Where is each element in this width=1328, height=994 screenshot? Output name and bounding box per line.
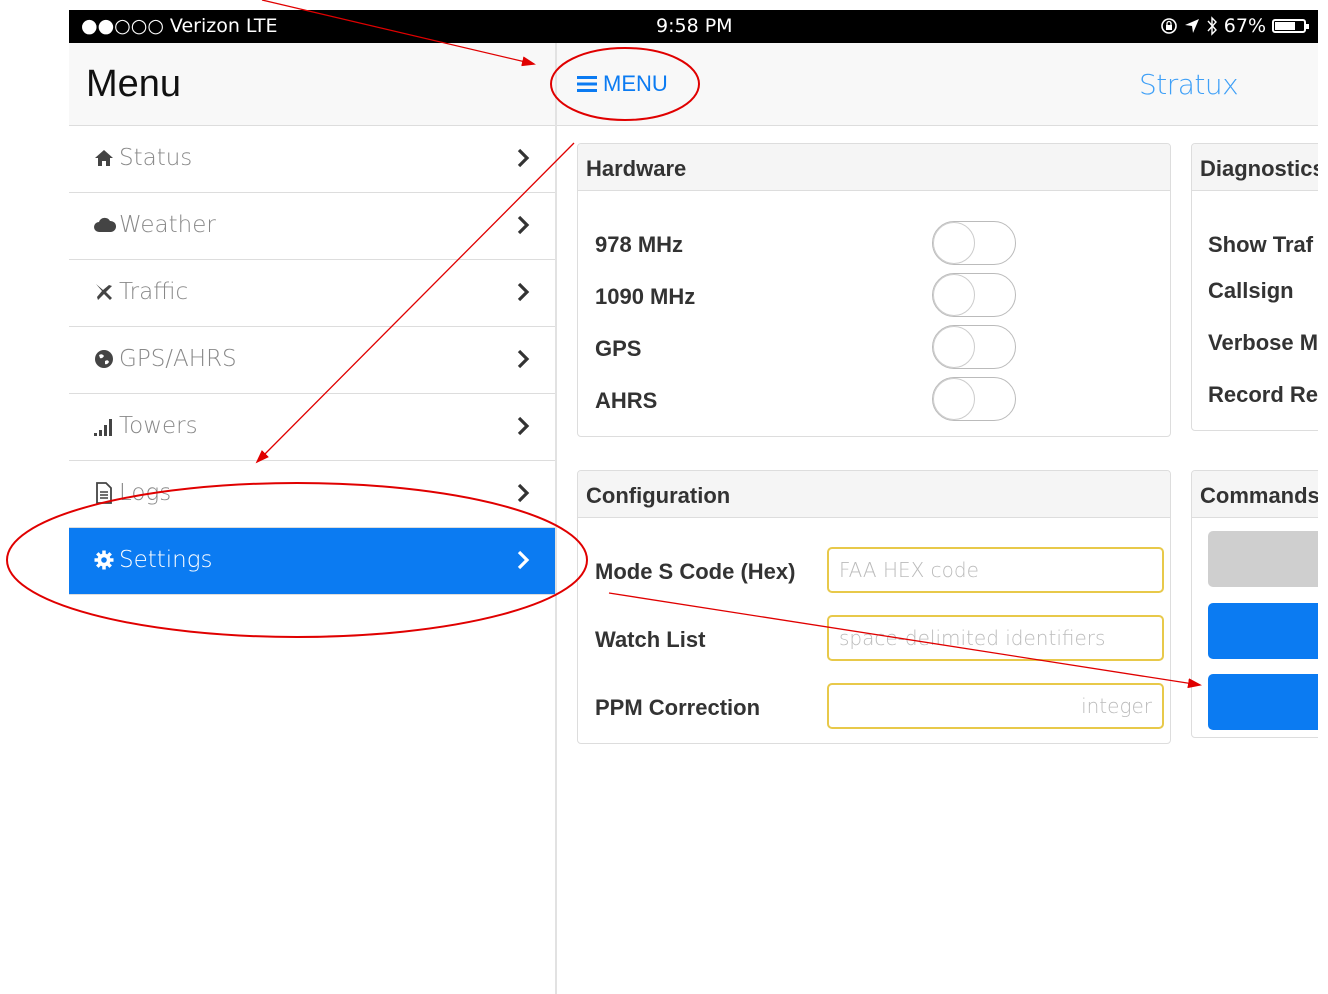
status-bar: ●●○○○ Verizon LTE 9:58 PM 67% — [69, 10, 1318, 43]
toggle-label: 1090 MHz — [595, 284, 696, 309]
commands-panel: Commands — [1191, 470, 1318, 738]
diagnostics-row-label: Verbose M — [1208, 330, 1318, 355]
panel-title: Hardware — [586, 156, 687, 181]
sidebar-item-label: Weather — [119, 212, 216, 238]
panel-title: Commands — [1200, 483, 1318, 508]
ppm-correction-input[interactable]: integer — [827, 683, 1164, 729]
sidebar: Menu Status Weather Traffic GPS/AHRS Tow… — [69, 43, 556, 994]
toggle-1090mhz[interactable] — [932, 273, 1016, 317]
diagnostics-row-label: Show Traf — [1208, 232, 1314, 257]
clock: 9:58 PM — [656, 15, 733, 37]
panel-title: Configuration — [586, 483, 731, 508]
hamburger-icon — [577, 76, 597, 92]
sidebar-item-label: GPS/AHRS — [119, 346, 237, 372]
home-icon — [93, 147, 115, 169]
sidebar-item-label: Settings — [119, 547, 213, 573]
command-button-disabled[interactable] — [1208, 531, 1318, 587]
sidebar-title: Menu — [86, 63, 182, 105]
diagnostics-row-label: Callsign — [1208, 278, 1294, 303]
signal-icon — [93, 415, 115, 437]
configuration-panel: Configuration Mode S Code (Hex) FAA HEX … — [577, 470, 1171, 744]
sidebar-item-label: Status — [119, 145, 193, 171]
panel-header: Hardware — [578, 144, 1170, 191]
chevron-right-icon — [517, 349, 530, 369]
cloud-icon — [93, 214, 117, 236]
panel-header: Configuration — [578, 471, 1170, 518]
hardware-panel: Hardware 978 MHz 1090 MHz GPS AHRS — [577, 143, 1171, 437]
gear-icon — [93, 549, 115, 571]
document-icon — [93, 482, 115, 504]
sidebar-header: Menu — [69, 43, 556, 126]
toggle-label: 978 MHz — [595, 232, 684, 257]
chevron-right-icon — [517, 483, 530, 503]
brand-link[interactable]: Stratux — [1139, 68, 1239, 101]
ipad-screen: ●●○○○ Verizon LTE 9:58 PM 67% Menu Statu… — [69, 10, 1318, 994]
sidebar-item-label: Towers — [119, 413, 198, 439]
chevron-right-icon — [517, 282, 530, 302]
toggle-978mhz[interactable] — [932, 221, 1016, 265]
plane-icon — [93, 281, 115, 303]
watch-list-label: Watch List — [595, 627, 706, 652]
location-icon — [1184, 19, 1199, 33]
sidebar-item-traffic[interactable]: Traffic — [69, 260, 556, 327]
rotation-lock-icon — [1160, 18, 1177, 34]
panel-title: Diagnostics — [1200, 156, 1318, 181]
sidebar-item-logs[interactable]: Logs — [69, 461, 556, 528]
bluetooth-icon — [1207, 16, 1217, 36]
panel-header: Diagnostics — [1192, 144, 1318, 191]
sidebar-item-label: Logs — [119, 480, 172, 506]
command-button[interactable] — [1208, 603, 1318, 659]
mode-s-code-input[interactable]: FAA HEX code — [827, 547, 1164, 593]
mode-s-label: Mode S Code (Hex) — [595, 559, 796, 584]
diagnostics-panel: Diagnostics Show Traf Callsign Verbose M… — [1191, 143, 1318, 431]
toggle-label: GPS — [595, 336, 642, 361]
diagnostics-row-label: Record Re — [1208, 382, 1318, 407]
carrier-text: ●●○○○ Verizon LTE — [81, 15, 278, 37]
navbar: MENU Stratux — [557, 43, 1318, 126]
sidebar-item-weather[interactable]: Weather — [69, 193, 556, 260]
battery-percent: 67% — [1223, 15, 1266, 37]
sidebar-item-label: Traffic — [119, 279, 189, 305]
toggle-ahrs[interactable] — [932, 377, 1016, 421]
toggle-label: AHRS — [595, 388, 658, 413]
sidebar-item-settings[interactable]: Settings — [69, 528, 556, 595]
menu-button-label: MENU — [603, 71, 668, 96]
status-icons: 67% — [1160, 15, 1309, 37]
chevron-right-icon — [517, 416, 530, 436]
battery-icon — [1272, 19, 1309, 33]
sidebar-item-gps-ahrs[interactable]: GPS/AHRS — [69, 327, 556, 394]
main-content: MENU Stratux Hardware 978 MHz 1090 MHz G… — [557, 43, 1318, 994]
toggle-gps[interactable] — [932, 325, 1016, 369]
sidebar-item-towers[interactable]: Towers — [69, 394, 556, 461]
chevron-right-icon — [517, 550, 530, 570]
chevron-right-icon — [517, 215, 530, 235]
watch-list-input[interactable]: space-delimited identifiers — [827, 615, 1164, 661]
command-button[interactable] — [1208, 674, 1318, 730]
sidebar-item-status[interactable]: Status — [69, 126, 556, 193]
globe-icon — [93, 348, 115, 370]
ppm-correction-label: PPM Correction — [595, 695, 761, 720]
menu-button[interactable]: MENU — [577, 71, 668, 97]
chevron-right-icon — [517, 148, 530, 168]
panel-header: Commands — [1192, 471, 1318, 518]
